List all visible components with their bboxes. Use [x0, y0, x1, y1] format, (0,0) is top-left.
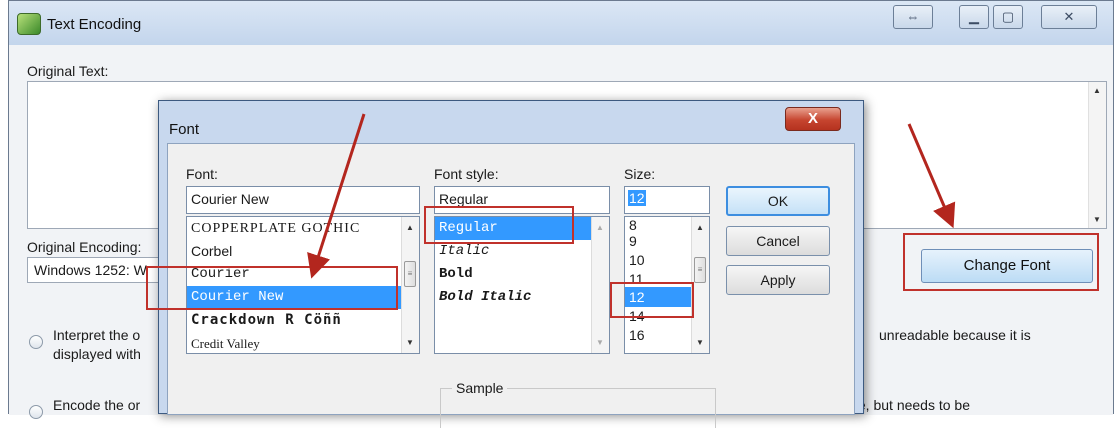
- arrow-to-font-list: [307, 113, 366, 279]
- annotation-arrows: [307, 113, 956, 279]
- arrow-to-change-font: [907, 123, 956, 229]
